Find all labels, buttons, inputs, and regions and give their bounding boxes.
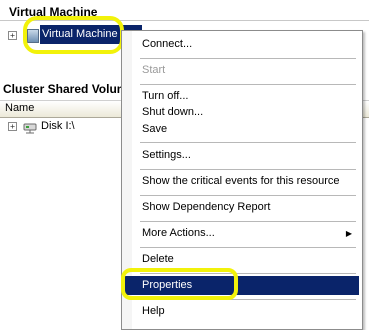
name-column-label: Name <box>5 102 35 114</box>
menu-item-start: Start <box>124 61 359 80</box>
menu-separator <box>140 221 356 222</box>
menu-item-show-critical-events[interactable]: Show the critical events for this resour… <box>124 172 359 191</box>
menu-item-label: Connect... <box>142 38 193 50</box>
menu-item-show-dependency-report[interactable]: Show Dependency Report <box>124 198 359 217</box>
menu-item-label: More Actions... <box>142 227 215 239</box>
menu-item-label: Show Dependency Report <box>142 201 271 213</box>
menu-item-label: Shut down... <box>142 106 204 118</box>
expand-disk-toggle[interactable]: + <box>8 122 17 131</box>
menu-separator <box>140 169 356 170</box>
menu-item-more-actions[interactable]: More Actions... ▶ <box>124 224 359 243</box>
properties-highlight-oval <box>121 268 238 300</box>
menu-item-delete[interactable]: Delete <box>124 250 359 269</box>
menu-item-label: Help <box>142 305 165 317</box>
menu-separator <box>140 195 356 196</box>
menu-separator <box>140 247 356 248</box>
menu-item-help[interactable]: Help <box>124 302 359 321</box>
menu-item-label: Settings... <box>142 149 191 161</box>
menu-separator <box>140 84 356 85</box>
disk-label[interactable]: Disk I:\ <box>41 120 75 132</box>
expand-vm-toggle[interactable]: + <box>8 31 17 40</box>
menu-item-label: Show the critical events for this resour… <box>142 175 340 187</box>
menu-item-save[interactable]: Save <box>124 120 359 139</box>
menu-item-settings[interactable]: Settings... <box>124 146 359 165</box>
menu-item-label: Turn off... <box>142 90 189 102</box>
menu-separator <box>140 142 356 143</box>
vm-highlight-oval <box>23 16 124 54</box>
menu-item-label: Start <box>142 64 166 76</box>
menu-separator <box>140 58 356 59</box>
menu-item-label: Delete <box>142 253 174 265</box>
submenu-arrow-icon: ▶ <box>345 229 352 238</box>
menu-item-connect[interactable]: Connect... <box>124 35 359 54</box>
disk-icon <box>23 123 37 134</box>
csv-section-title: Cluster Shared Volume <box>3 82 135 96</box>
menu-item-label: Save <box>142 123 168 135</box>
